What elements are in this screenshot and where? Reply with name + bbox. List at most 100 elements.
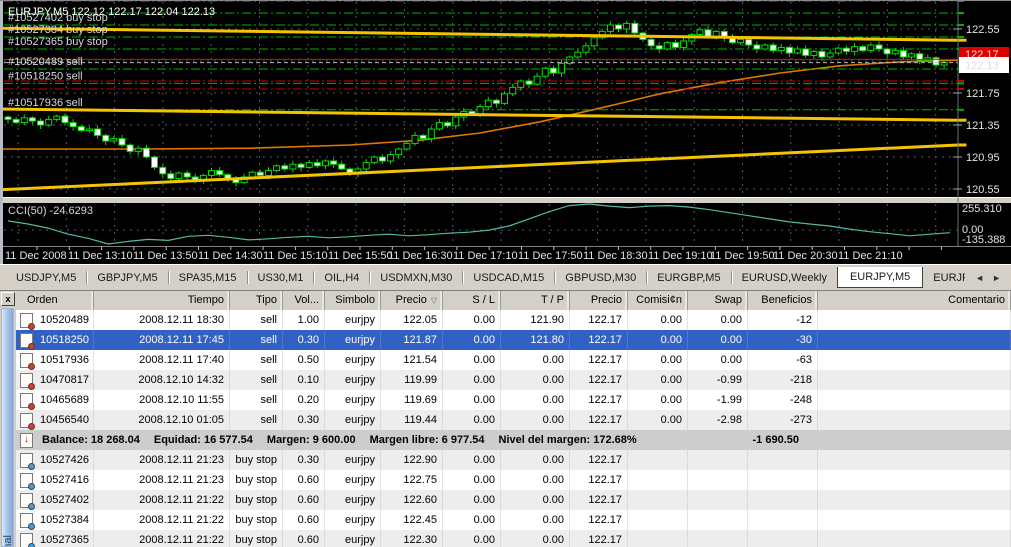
column-header-4[interactable]: Simbolo xyxy=(325,291,381,310)
chart-tab-eurgbp-m5[interactable]: EURGBP,M5 xyxy=(647,268,730,288)
chart-tab-eurjpy-m5[interactable]: EURJPY,M5 xyxy=(837,267,923,288)
chart-title: EURJPY,M5 122.12 122.17 122.04 122.13 xyxy=(8,6,215,18)
order-comment-cell xyxy=(818,390,1011,410)
column-header-9[interactable]: Comisi¢n xyxy=(628,291,688,310)
order-id-cell: 10527426 xyxy=(16,450,94,470)
order-comment-cell xyxy=(818,410,1011,430)
orders-table-header: OrdenTiempoTipoVol...SimboloPrecio▽S / L… xyxy=(16,291,1011,310)
order-row-10520489[interactable]: 10520489 2008.12.11 18:30 sell 1.00 eurj… xyxy=(16,310,1011,330)
order-row-10517936[interactable]: 10517936 2008.12.11 17:40 sell 0.50 eurj… xyxy=(16,350,1011,370)
order-time-cell: 2008.12.11 18:30 xyxy=(94,310,230,330)
column-header-3[interactable]: Vol... xyxy=(283,291,325,310)
order-comment-cell xyxy=(818,530,1011,547)
chart-tabbar: USDJPY,M5GBPJPY,M5SPA35,M15US30,M1OIL,H4… xyxy=(0,264,1011,290)
order-profit-cell: -273 xyxy=(748,410,818,430)
tabs-scroll-right-button[interactable]: ► xyxy=(992,273,1001,283)
order-row-10527365[interactable]: 10527365 2008.12.11 21:22 buy stop 0.60 … xyxy=(16,530,1011,547)
order-current-price-cell: 122.17 xyxy=(570,310,628,330)
order-sl-cell: 0.00 xyxy=(443,390,501,410)
order-row-10465689[interactable]: 10465689 2008.12.10 11:55 sell 0.20 eurj… xyxy=(16,390,1011,410)
order-volume-cell: 0.60 xyxy=(283,470,325,490)
column-header-0[interactable]: Orden xyxy=(16,291,94,310)
order-time-cell: 2008.12.11 21:22 xyxy=(94,510,230,530)
balance-segment-3: Margen libre: 6 977.54 xyxy=(370,434,485,446)
order-commission-cell: 0.00 xyxy=(628,410,688,430)
terminal-caption-strip[interactable]: Terminal xyxy=(1,308,14,547)
order-doc-icon xyxy=(20,413,33,428)
orders-table: OrdenTiempoTipoVol...SimboloPrecio▽S / L… xyxy=(16,291,1011,547)
chart-tab-usdjpy-m5[interactable]: USDJPY,M5 xyxy=(6,268,86,288)
order-doc-icon xyxy=(20,493,33,508)
order-profit-cell: -12 xyxy=(748,310,818,330)
balance-arrow-icon: ↓ xyxy=(20,433,33,448)
order-doc-icon xyxy=(20,533,33,547)
order-time-cell: 2008.12.11 21:23 xyxy=(94,470,230,490)
chart-tab-usdcad-m15[interactable]: USDCAD,M15 xyxy=(463,268,554,288)
order-commission-cell xyxy=(628,490,688,510)
chart-tab-eurusd-weekly[interactable]: EURUSD,Weekly xyxy=(732,268,837,288)
order-row-10527384[interactable]: 10527384 2008.12.11 21:22 buy stop 0.60 … xyxy=(16,510,1011,530)
order-symbol-cell: eurjpy xyxy=(325,450,381,470)
column-header-11[interactable]: Beneficios xyxy=(748,291,818,310)
order-swap-cell: 0.00 xyxy=(688,310,748,330)
chart-tab-us30-m1[interactable]: US30,M1 xyxy=(248,268,314,288)
chart-tab-usdmxn-m30[interactable]: USDMXN,M30 xyxy=(370,268,462,288)
pane-splitter[interactable] xyxy=(0,197,1011,203)
column-header-1[interactable]: Tiempo xyxy=(94,291,230,310)
order-row-10518250[interactable]: 10518250 2008.12.11 17:45 sell 0.30 eurj… xyxy=(16,330,1011,350)
tabs-scroll-left-button[interactable]: ◄ xyxy=(975,273,984,283)
order-price-cell: 119.69 xyxy=(381,390,443,410)
column-header-12[interactable]: Comentario xyxy=(818,291,1011,310)
column-header-8[interactable]: Precio xyxy=(570,291,628,310)
order-row-10527416[interactable]: 10527416 2008.12.11 21:23 buy stop 0.60 … xyxy=(16,470,1011,490)
order-volume-cell: 0.10 xyxy=(283,370,325,390)
svg-text:#10517936 sell: #10517936 sell xyxy=(8,97,83,109)
column-header-6[interactable]: S / L xyxy=(443,291,501,310)
order-current-price-cell: 122.17 xyxy=(570,330,628,350)
order-commission-cell: 0.00 xyxy=(628,310,688,330)
order-row-10527402[interactable]: 10527402 2008.12.11 21:22 buy stop 0.60 … xyxy=(16,490,1011,510)
chart-tab-oil-h4[interactable]: OIL,H4 xyxy=(314,268,369,288)
order-comment-cell xyxy=(818,510,1011,530)
order-tp-cell: 0.00 xyxy=(501,490,570,510)
close-terminal-button[interactable]: x xyxy=(1,292,15,306)
order-symbol-cell: eurjpy xyxy=(325,330,381,350)
order-volume-cell: 1.00 xyxy=(283,310,325,330)
column-header-2[interactable]: Tipo xyxy=(230,291,283,310)
column-header-5[interactable]: Precio▽ xyxy=(381,291,443,310)
order-time-cell: 2008.12.11 17:40 xyxy=(94,350,230,370)
chart-tab-eurjpy-h1[interactable]: EURJPY,H1 xyxy=(923,268,965,288)
svg-text:120.55: 120.55 xyxy=(966,184,1000,196)
balance-segment-4: Nivel del margen: 172.68% xyxy=(499,434,637,446)
svg-text:11 Dec 20:30: 11 Dec 20:30 xyxy=(773,250,838,262)
chart-tab-gbpjpy-m5[interactable]: GBPJPY,M5 xyxy=(87,268,167,288)
order-tp-cell: 0.00 xyxy=(501,350,570,370)
order-doc-icon xyxy=(20,453,33,468)
order-commission-cell xyxy=(628,510,688,530)
order-row-10456540[interactable]: 10456540 2008.12.10 01:05 sell 0.30 eurj… xyxy=(16,410,1011,430)
order-doc-icon xyxy=(20,333,33,348)
order-profit-cell xyxy=(748,530,818,547)
svg-text:#10527365 buy stop: #10527365 buy stop xyxy=(8,36,108,48)
order-price-cell: 122.45 xyxy=(381,510,443,530)
order-row-10527426[interactable]: 10527426 2008.12.11 21:23 buy stop 0.30 … xyxy=(16,450,1011,470)
order-profit-cell: -30 xyxy=(748,330,818,350)
order-symbol-cell: eurjpy xyxy=(325,490,381,510)
chart-tab-gbpusd-m30[interactable]: GBPUSD,M30 xyxy=(555,268,646,288)
terminal-panel: x Terminal OrdenTiempoTipoVol...SimboloP… xyxy=(0,290,1011,547)
order-sl-cell: 0.00 xyxy=(443,410,501,430)
chart-tab-spa35-m15[interactable]: SPA35,M15 xyxy=(169,268,247,288)
column-header-10[interactable]: Swap xyxy=(688,291,748,310)
order-doc-icon xyxy=(20,313,33,328)
balance-row[interactable]: ↓Balance: 18 268.04Equidad: 16 577.54Mar… xyxy=(16,430,1011,450)
order-current-price-cell: 122.17 xyxy=(570,390,628,410)
order-comment-cell xyxy=(818,310,1011,330)
order-symbol-cell: eurjpy xyxy=(325,310,381,330)
order-price-cell: 122.75 xyxy=(381,470,443,490)
order-price-cell: 119.44 xyxy=(381,410,443,430)
column-header-7[interactable]: T / P xyxy=(501,291,570,310)
order-id-cell: 10527365 xyxy=(16,530,94,547)
order-row-10470817[interactable]: 10470817 2008.12.10 14:32 sell 0.10 eurj… xyxy=(16,370,1011,390)
svg-text:#10520489 sell: #10520489 sell xyxy=(8,56,83,68)
price-chart[interactable]: #10527402 buy stop#10527384 buy stop#105… xyxy=(0,0,1011,264)
